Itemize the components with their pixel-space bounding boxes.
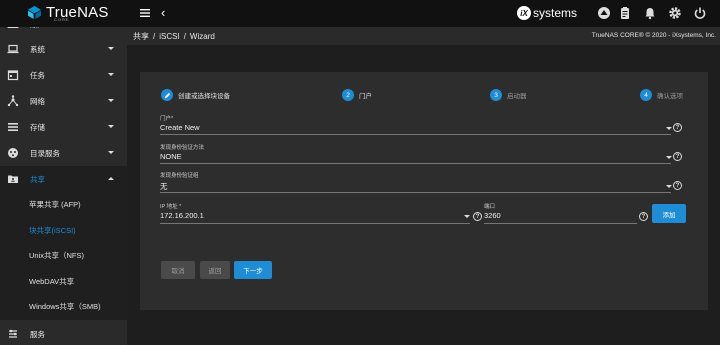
sidebar-item-label: 系统 xyxy=(30,44,45,54)
cancel-button[interactable]: 取消 xyxy=(161,261,195,279)
wizard-step-3[interactable]: 3 启动器 xyxy=(490,89,527,101)
network-icon xyxy=(7,95,19,107)
discovery-group-label: 发现身份验证组 xyxy=(160,173,199,179)
edit-pencil-icon xyxy=(161,89,173,101)
sidebar-item-services[interactable]: 服务 xyxy=(0,320,127,339)
help-icon[interactable]: ? xyxy=(473,212,482,221)
step-label: 确认选项 xyxy=(657,93,683,100)
sidebar-item-label: 目录服务 xyxy=(30,148,60,158)
sidebar-subitem-iscsi[interactable]: 块共享(iSCSI) xyxy=(0,218,127,244)
ip-address-label: IP 地址 * xyxy=(160,204,182,210)
chevron-down-icon xyxy=(108,125,114,128)
sidebar-item-label: 服务 xyxy=(30,329,45,339)
sidebar-item-tasks[interactable]: 任务 xyxy=(0,62,127,88)
people-icon xyxy=(7,27,19,28)
sidebar-subitem-nfs[interactable]: Unix共享（NFS) xyxy=(0,243,127,269)
wizard-step-2[interactable]: 2 门户 xyxy=(342,89,372,101)
breadcrumb-item-wizard: Wizard xyxy=(189,32,215,41)
folder-share-icon xyxy=(8,175,18,183)
help-icon[interactable]: ? xyxy=(673,181,682,190)
sidebar-item-label: 账户 xyxy=(30,27,45,30)
sidebar-subitem-afp[interactable]: 苹果共享 (AFP) xyxy=(0,192,127,218)
truenas-logo-icon xyxy=(28,6,41,19)
help-icon[interactable]: ? xyxy=(639,212,648,221)
logo-subtitle: CORE xyxy=(54,17,70,22)
power-icon[interactable] xyxy=(693,6,707,20)
breadcrumb-separator: / xyxy=(153,32,156,41)
laptop-icon xyxy=(7,44,19,54)
portal-value: Create New xyxy=(160,123,200,132)
field-underline xyxy=(160,163,671,164)
task-manager-icon[interactable] xyxy=(618,6,632,20)
chevron-up-icon xyxy=(108,177,114,180)
sidebar-item-storage[interactable]: 存储 xyxy=(0,114,127,140)
sidebar-subitem-smb[interactable]: Windows共享（SMB) xyxy=(0,294,127,320)
sidebar-item-sharing[interactable]: 共享 xyxy=(0,166,127,192)
sidebar-subitem-webdav[interactable]: WebDAV共享 xyxy=(0,269,127,295)
chevron-down-icon xyxy=(108,99,114,102)
chevron-down-icon xyxy=(108,47,114,50)
calendar-icon xyxy=(7,70,19,81)
help-icon[interactable]: ? xyxy=(673,123,682,132)
directory-icon xyxy=(8,148,18,158)
dropdown-arrow-icon xyxy=(666,185,672,188)
sidebar-item-system[interactable]: 系统 xyxy=(0,36,127,62)
wizard-step-4[interactable]: 4 确认选项 xyxy=(640,89,683,101)
sidebar-item-label: 网络 xyxy=(30,96,45,106)
breadcrumb-item-iscsi[interactable]: iSCSI xyxy=(159,32,179,41)
ix-mark-icon: iX xyxy=(517,6,531,20)
sidebar-nav: 账户 系统 任务 网络 存储 xyxy=(0,27,127,345)
add-portal-button[interactable]: 添加 xyxy=(652,204,686,223)
discovery-auth-value: NONE xyxy=(160,152,182,161)
discovery-group-value: 无 xyxy=(160,182,168,191)
ip-address-value: 172.16.200.1 xyxy=(160,211,204,220)
step-label: 门户 xyxy=(359,93,372,100)
portal-label: 门户* xyxy=(160,116,174,122)
port-label: 端口 xyxy=(484,204,496,210)
storage-icon xyxy=(8,123,18,131)
hamburger-menu-icon[interactable] xyxy=(139,7,151,19)
next-button[interactable]: 下一步 xyxy=(234,261,272,279)
sidebar-item-directory-services[interactable]: 目录服务 xyxy=(0,140,127,166)
step-number: 3 xyxy=(490,89,502,101)
top-bar: TrueNAS CORE ‹ iX systems xyxy=(0,0,720,27)
sidebar-item-network[interactable]: 网络 xyxy=(0,88,127,114)
wizard-step-1[interactable]: 创建或选择块设备 xyxy=(161,89,230,101)
dropdown-arrow-icon xyxy=(666,127,672,130)
chevron-down-icon xyxy=(108,73,114,76)
step-label: 启动器 xyxy=(507,93,527,100)
discovery-auth-label: 发现身份验证方法 xyxy=(160,145,205,151)
sidebar-item-label: 存储 xyxy=(30,122,45,132)
field-underline xyxy=(160,192,671,193)
dropdown-arrow-icon xyxy=(666,156,672,159)
step-number: 4 xyxy=(640,89,652,101)
truecommand-icon[interactable] xyxy=(597,6,611,20)
settings-gear-icon[interactable] xyxy=(668,6,682,20)
back-chevron-icon[interactable]: ‹ xyxy=(161,6,165,20)
step-label: 创建或选择块设备 xyxy=(178,93,230,100)
field-underline xyxy=(160,223,470,224)
services-icon xyxy=(9,329,17,338)
chevron-down-icon xyxy=(108,151,114,154)
iscsi-wizard-card: 创建或选择块设备 2 门户 3 启动器 4 确认选项 门户* Create Ne… xyxy=(140,72,708,310)
breadcrumb-item-sharing[interactable]: 共享 xyxy=(133,32,149,41)
sharing-submenu: 苹果共享 (AFP) 块共享(iSCSI) Unix共享（NFS) WebDAV… xyxy=(0,192,127,320)
sidebar-item-label: 共享 xyxy=(30,174,45,184)
breadcrumb-bar: 共享 / iSCSI / Wizard TrueNAS CORE® © 2020 - i… xyxy=(127,27,720,45)
copyright-text: TrueNAS CORE® © 2020 - iXsystems, Inc. xyxy=(591,32,716,39)
field-underline xyxy=(484,223,637,224)
sidebar-item-accounts[interactable]: 账户 xyxy=(0,27,127,30)
sidebar-item-label: 任务 xyxy=(30,70,45,80)
port-value: 3260 xyxy=(484,211,501,220)
breadcrumb: 共享 / iSCSI / Wizard xyxy=(133,31,215,42)
back-button[interactable]: 返回 xyxy=(200,261,230,279)
step-number: 2 xyxy=(342,89,354,101)
field-underline xyxy=(160,134,671,135)
breadcrumb-separator: / xyxy=(183,32,186,41)
ixsystems-logo[interactable]: iX systems xyxy=(517,6,577,20)
ixsystems-text: systems xyxy=(533,6,578,20)
help-icon[interactable]: ? xyxy=(673,152,682,161)
dropdown-arrow-icon xyxy=(464,215,470,218)
notifications-bell-icon[interactable] xyxy=(643,6,657,20)
